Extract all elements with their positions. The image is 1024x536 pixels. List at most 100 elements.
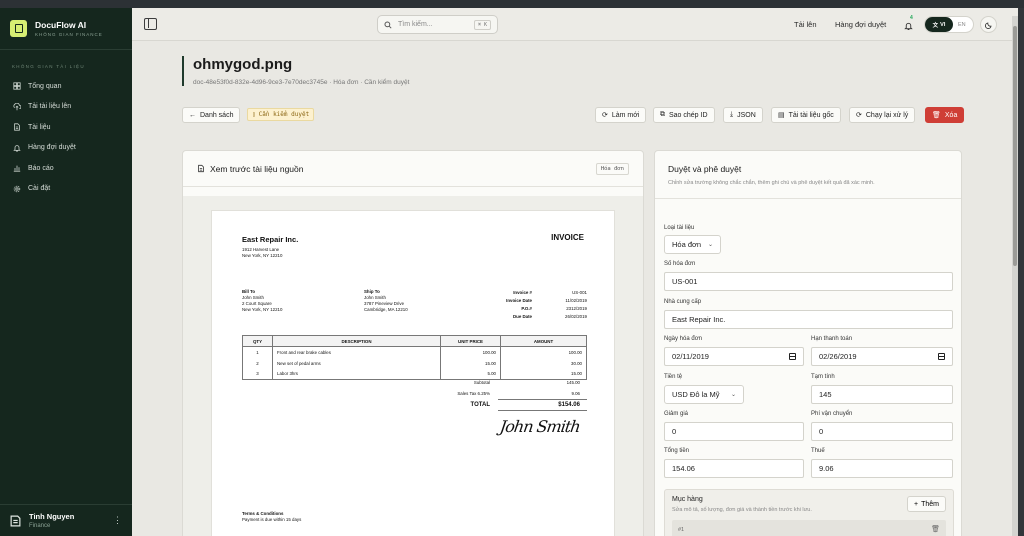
column-header: AMOUNT xyxy=(500,335,587,347)
line-item-row: #1 🗑 xyxy=(672,520,946,536)
cell: 30.00 xyxy=(500,357,587,369)
invoice-image: East Repair Inc. INVOICE 1912 Harvest La… xyxy=(211,210,615,536)
toggle-sidebar-icon[interactable] xyxy=(144,18,157,30)
file-download-icon: ▤ xyxy=(778,112,785,119)
document-header: ohmygod.png doc-48e53f0d-832e-4d96-9ce3-… xyxy=(182,56,409,86)
shipping-input[interactable]: 0 xyxy=(811,422,953,441)
reprocess-button[interactable]: ⟳ Chạy lại xử lý xyxy=(849,107,916,123)
column-header: QTY xyxy=(242,335,273,347)
status-badge: ▯ Cần kiểm duyệt xyxy=(247,108,315,121)
sidebar-item-settings[interactable]: Cài đặt xyxy=(0,179,132,200)
discount-input[interactable]: 0 xyxy=(664,422,804,441)
doc-type-tag: Hóa đơn xyxy=(595,162,629,175)
download-original-button[interactable]: ▤ Tải tài liệu gốc xyxy=(771,107,841,123)
copy-id-label: Sao chép ID xyxy=(669,111,708,119)
due-date-label: Hạn thanh toán xyxy=(811,336,853,342)
invoice-date-input[interactable]: 02/11/2019 xyxy=(664,347,804,366)
copy-icon: ⧉ xyxy=(660,111,665,118)
cell: 5.00 xyxy=(440,368,501,380)
doc-type-label: Loại tài liệu xyxy=(664,225,695,231)
translate-icon: 文 xyxy=(932,22,939,29)
add-line-item-button[interactable]: + Thêm xyxy=(907,496,946,512)
table-row: 3 Labor 3hrs 5.00 15.00 xyxy=(242,368,587,380)
back-button[interactable]: ← Danh sách xyxy=(182,107,241,123)
cell: 2 xyxy=(242,357,273,369)
lang-vi-option[interactable]: 文 VI xyxy=(925,17,953,32)
document-icon xyxy=(14,123,20,131)
currency-select[interactable]: USD Đô la Mỹ ⌄ xyxy=(664,385,744,404)
arrow-left-icon: ← xyxy=(189,111,196,119)
shipping-label: Phí vận chuyển xyxy=(811,411,853,417)
refresh-button[interactable]: ⟳ Làm mới xyxy=(595,107,647,123)
sidebar: DocuFlow AI KHÔNG GIAN FINANCE KHÔNG GIA… xyxy=(0,8,132,536)
preview-title: Xem trước tài liệu nguồn xyxy=(210,163,304,174)
tax-input[interactable]: 9.06 xyxy=(811,459,953,478)
browser-top-strip xyxy=(0,0,1024,8)
source-preview-card: Xem trước tài liệu nguồn Hóa đơn East Re… xyxy=(182,150,644,536)
delete-button[interactable]: 🗑 Xóa xyxy=(925,107,965,123)
cell: Labor 3hrs xyxy=(272,368,441,380)
search-input[interactable]: Tìm kiếm... ⌘ K xyxy=(377,15,498,34)
language-toggle[interactable]: 文 VI EN xyxy=(924,16,974,33)
trash-icon[interactable]: 🗑 xyxy=(931,525,940,533)
calendar-icon[interactable] xyxy=(938,353,945,360)
meta-value: 2312/2019 xyxy=(566,306,587,311)
json-button[interactable]: ⤓ JSON xyxy=(723,107,763,123)
theme-toggle[interactable] xyxy=(980,16,997,33)
json-label: JSON xyxy=(737,111,756,119)
invoice-meta-values: US-001 11/02/2019 2312/2019 26/02/2019 xyxy=(547,289,587,321)
invoice-company: East Repair Inc. xyxy=(242,235,299,244)
sidebar-item-label: Báo cáo xyxy=(28,164,54,172)
sidebar-item-label: Tổng quan xyxy=(28,82,62,90)
sidebar-item-reports[interactable]: Báo cáo xyxy=(0,158,132,179)
invoice-meta-labels: Invoice # Invoice Date P.O.# Due Date xyxy=(494,289,532,321)
vendor-input[interactable]: East Repair Inc. xyxy=(664,310,953,329)
bill-to-block: Bill To John Smith 2 Court Square New Yo… xyxy=(242,289,282,313)
file-icon: ▯ xyxy=(252,111,256,118)
total-label: TOTAL xyxy=(470,402,490,408)
add-label: Thêm xyxy=(921,500,939,508)
meta-label: P.O.# xyxy=(521,306,532,311)
review-queue-link[interactable]: Hàng đợi duyệt xyxy=(835,20,886,29)
lang-en-option[interactable]: EN xyxy=(958,22,966,28)
user-document-icon xyxy=(10,514,21,527)
preview-header: Xem trước tài liệu nguồn Hóa đơn xyxy=(183,151,643,187)
brand[interactable]: DocuFlow AI KHÔNG GIAN FINANCE xyxy=(0,8,132,50)
form-header: Duyệt và phê duyệt Chỉnh sửa trường khôn… xyxy=(655,151,961,199)
invoice-date-label: Ngày hóa đơn xyxy=(664,336,702,342)
preview-viewport[interactable]: East Repair Inc. INVOICE 1912 Harvest La… xyxy=(183,196,643,536)
bell-icon xyxy=(904,22,913,31)
tax-value: 9.06 xyxy=(571,391,580,396)
total-input[interactable]: 154.06 xyxy=(664,459,804,478)
plus-icon: + xyxy=(914,500,919,508)
calendar-icon[interactable] xyxy=(789,353,796,360)
meta-value: 26/02/2019 xyxy=(565,314,587,319)
cell: 15.00 xyxy=(500,368,587,380)
table-row: 2 New set of pedal arms 15.00 30.00 xyxy=(242,357,587,369)
due-date-input[interactable]: 02/26/2019 xyxy=(811,347,953,366)
doc-type-select[interactable]: Hóa đơn ⌄ xyxy=(664,235,721,254)
sidebar-item-overview[interactable]: Tổng quan xyxy=(0,76,132,97)
document-meta: doc-48e53f0d-832e-4d96-9ce3-7e70dec3745e… xyxy=(193,79,410,86)
upload-link[interactable]: Tải lên xyxy=(794,20,817,29)
cell: New set of pedal arms xyxy=(272,357,441,369)
sidebar-item-upload[interactable]: Tải tài liệu lên xyxy=(0,97,132,118)
user-role: Finance xyxy=(29,523,51,529)
sidebar-item-documents[interactable]: Tài liệu xyxy=(0,117,132,138)
invoice-no-input[interactable]: US-001 xyxy=(664,272,953,291)
meta-value: US-001 xyxy=(572,290,587,295)
user-profile[interactable]: Tinh Nguyen Finance ⋮ xyxy=(0,504,132,536)
more-vertical-icon[interactable]: ⋮ xyxy=(113,515,122,526)
scrollbar-thumb[interactable] xyxy=(1013,26,1017,266)
discount-label: Giảm giá xyxy=(664,411,689,417)
subtotal-input[interactable]: 145 xyxy=(811,385,953,404)
subtotal-label: Subtotal xyxy=(473,380,490,385)
notifications-button[interactable]: 4 xyxy=(904,15,913,36)
copy-id-button[interactable]: ⧉ Sao chép ID xyxy=(653,107,715,123)
form-title: Duyệt và phê duyệt xyxy=(668,164,742,174)
scrollbar[interactable] xyxy=(1012,16,1018,536)
cell: Front and rear brake cables xyxy=(272,346,441,358)
cell: 1 xyxy=(242,346,273,358)
sidebar-item-label: Tải tài liệu lên xyxy=(28,103,72,111)
sidebar-item-review-queue[interactable]: Hàng đợi duyệt xyxy=(0,138,132,159)
